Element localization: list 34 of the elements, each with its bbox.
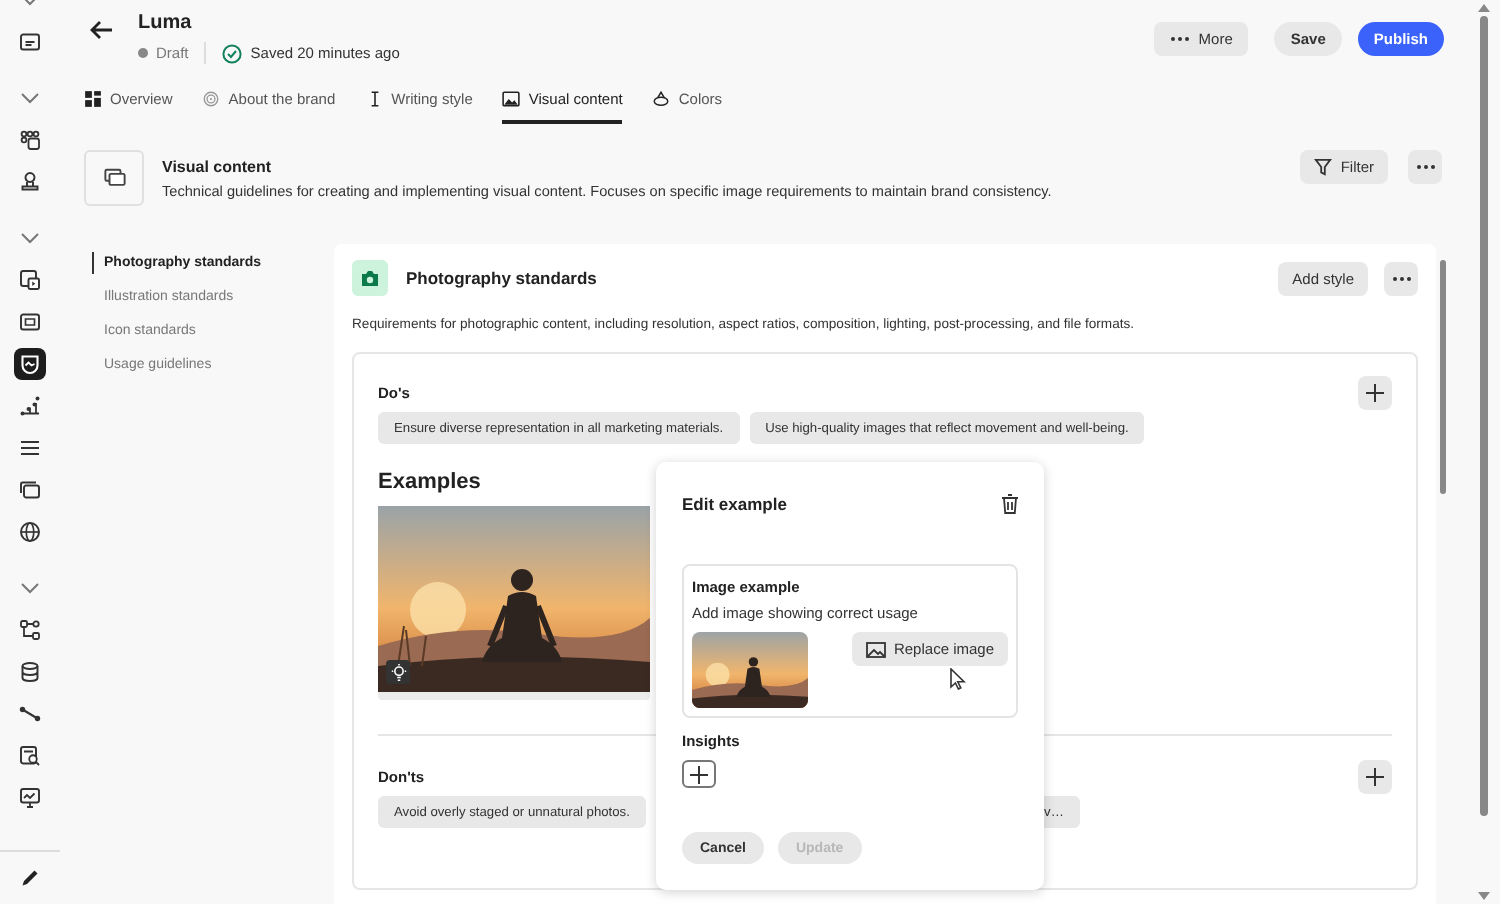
- chevron-icon[interactable]: [20, 231, 40, 243]
- examples-heading: Examples: [378, 470, 483, 494]
- card-title: Photography standards: [406, 268, 599, 288]
- more-icon: [1391, 275, 1411, 281]
- more-options-button[interactable]: [1408, 150, 1442, 184]
- document-title: Luma: [138, 12, 194, 34]
- trash-icon[interactable]: [1002, 494, 1018, 514]
- more-icon: [1170, 35, 1191, 41]
- image-icon: [865, 641, 886, 657]
- image-icon: [502, 89, 521, 107]
- plus-icon: [1366, 768, 1384, 786]
- check-circle-icon: [222, 43, 243, 63]
- scroll-up-icon[interactable]: [1477, 4, 1489, 12]
- shield-icon[interactable]: [14, 347, 46, 379]
- popover-title: Edit example: [682, 494, 787, 514]
- camera-icon: [352, 260, 388, 296]
- chevron-icon[interactable]: [20, 581, 40, 593]
- add-button[interactable]: [1358, 760, 1392, 794]
- add-button[interactable]: [1358, 376, 1392, 410]
- scroll-down-icon[interactable]: [1477, 892, 1489, 900]
- add-insight-button[interactable]: [682, 760, 716, 788]
- pointer-cursor-icon: [950, 668, 966, 690]
- more-options-button[interactable]: [1384, 261, 1418, 295]
- plus-icon: [690, 765, 708, 783]
- plus-icon: [1366, 384, 1384, 402]
- back-arrow-icon[interactable]: [90, 20, 114, 40]
- images-icon: [103, 168, 125, 188]
- filter-icon: [1314, 158, 1333, 176]
- status-dot-icon: [138, 48, 148, 58]
- lightbulb-icon[interactable]: [386, 660, 410, 684]
- section-title: Visual content: [162, 157, 274, 175]
- more-icon: [1415, 164, 1435, 170]
- grid-icon: [84, 89, 102, 107]
- chevron-icon[interactable]: [20, 91, 40, 103]
